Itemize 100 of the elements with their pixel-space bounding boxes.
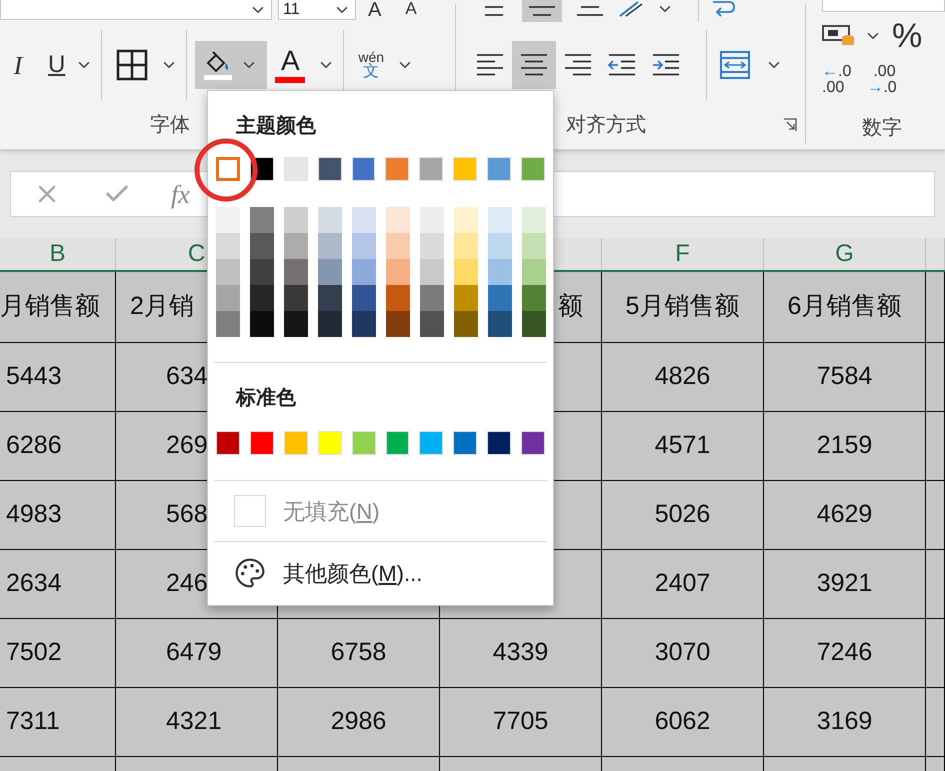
color-swatch[interactable]: [386, 233, 410, 259]
table-cell-text: 7246: [816, 637, 872, 668]
more-colors-item[interactable]: 其他颜色(M)...: [208, 542, 553, 604]
color-swatch[interactable]: [454, 311, 478, 337]
table-cell-text: 4826: [654, 361, 710, 392]
phonetic-button[interactable]: wén 文: [358, 50, 384, 80]
color-swatch[interactable]: [488, 207, 512, 233]
color-swatch[interactable]: [284, 259, 308, 285]
table-cell-text: 6062: [654, 706, 710, 738]
table-cell-text: 6758: [330, 637, 386, 668]
fill-color-button[interactable]: [195, 41, 268, 89]
italic-button[interactable]: I: [6, 46, 30, 84]
color-swatch[interactable]: [386, 259, 410, 285]
column-header[interactable]: C: [188, 236, 206, 272]
arrow-icon: ←: [822, 64, 838, 80]
color-swatch[interactable]: [420, 285, 444, 311]
color-swatch[interactable]: [284, 285, 308, 311]
color-swatch[interactable]: [420, 207, 444, 233]
color-swatch[interactable]: [522, 207, 546, 233]
color-swatch[interactable]: [250, 259, 274, 285]
color-swatch[interactable]: [522, 311, 546, 337]
merge-cells-icon[interactable]: [719, 50, 751, 80]
color-swatch[interactable]: [284, 233, 308, 259]
color-swatch[interactable]: [216, 207, 240, 233]
color-swatch[interactable]: [522, 259, 546, 285]
borders-icon[interactable]: [116, 49, 148, 81]
dialog-launcher-icon[interactable]: [783, 118, 797, 132]
color-swatch[interactable]: [352, 233, 376, 259]
table-cell-text: 4321: [166, 706, 222, 738]
color-swatch[interactable]: [352, 259, 376, 285]
align-right-icon: [563, 52, 593, 78]
color-swatch[interactable]: [352, 207, 376, 233]
color-swatch[interactable]: [386, 311, 410, 337]
section-title: 主题颜色: [236, 114, 317, 139]
font-size-field[interactable]: 11: [278, 0, 356, 20]
table-cell-text: 7502: [6, 637, 62, 668]
number-format-field[interactable]: [822, 0, 945, 12]
color-swatch[interactable]: [488, 259, 512, 285]
color-swatch[interactable]: [250, 207, 274, 233]
table-cell-text: 7584: [816, 361, 872, 392]
color-swatch[interactable]: [284, 311, 308, 337]
table-cell-text: 568: [166, 499, 208, 530]
table-cell-text: 2986: [330, 706, 386, 738]
color-swatch[interactable]: [216, 233, 240, 259]
font-color-button[interactable]: A: [281, 47, 300, 75]
color-swatch[interactable]: [216, 259, 240, 285]
color-swatch[interactable]: [318, 285, 342, 311]
color-swatch[interactable]: [216, 285, 240, 311]
color-swatch[interactable]: [318, 311, 342, 337]
color-swatch[interactable]: [420, 259, 444, 285]
column-header[interactable]: G: [835, 236, 854, 272]
color-swatch[interactable]: [386, 285, 410, 311]
table-cell-text: 3921: [816, 568, 872, 600]
color-swatch[interactable]: [318, 207, 342, 233]
decrease-decimal-button[interactable]: .00 →.0: [867, 64, 897, 96]
underline-button[interactable]: U: [48, 47, 66, 83]
font-name-field[interactable]: [0, 0, 272, 20]
table-cell-text: 4571: [654, 430, 710, 462]
color-swatch[interactable]: [420, 233, 444, 259]
column-header[interactable]: B: [49, 236, 66, 272]
color-swatch[interactable]: [488, 311, 512, 337]
column-header[interactable]: F: [675, 236, 690, 272]
color-swatch[interactable]: [352, 285, 376, 311]
group-label: 数字: [862, 116, 902, 141]
color-swatch[interactable]: [250, 285, 274, 311]
color-swatch[interactable]: [386, 207, 410, 233]
color-swatch[interactable]: [318, 233, 342, 259]
table-cell-text: 4629: [816, 499, 872, 530]
table-cell-text: 6286: [6, 430, 62, 462]
align-center-button[interactable]: [512, 41, 556, 89]
palette-icon: [234, 557, 266, 589]
color-swatch[interactable]: [250, 311, 274, 337]
color-swatch[interactable]: [454, 285, 478, 311]
color-swatch[interactable]: [284, 207, 308, 233]
color-swatch[interactable]: [216, 311, 240, 337]
color-swatch[interactable]: [522, 285, 546, 311]
color-swatch[interactable]: [318, 259, 342, 285]
align-left-icon: [475, 52, 505, 78]
insert-function-button[interactable]: fx: [171, 174, 190, 214]
color-swatch[interactable]: [454, 259, 478, 285]
align-middle-button[interactable]: [522, 0, 562, 22]
color-swatch[interactable]: [522, 233, 546, 259]
table-header-cell-text: 5月销售额: [626, 291, 740, 322]
table-cell-text: 7705: [492, 706, 548, 738]
table-cell-text: 5443: [6, 361, 62, 392]
shrink-font-button[interactable]: A: [405, 0, 417, 17]
color-swatch[interactable]: [250, 233, 274, 259]
increase-decimal-button[interactable]: ←.0 .00: [822, 64, 852, 96]
color-swatch[interactable]: [454, 207, 478, 233]
group-label: 对齐方式: [566, 112, 646, 138]
percent-button[interactable]: %: [892, 19, 922, 53]
grow-font-button[interactable]: A: [368, 0, 382, 20]
color-swatch[interactable]: [454, 233, 478, 259]
color-swatch[interactable]: [488, 233, 512, 259]
color-swatch[interactable]: [216, 157, 240, 181]
table-cell-text: 2407: [654, 568, 710, 600]
color-swatch[interactable]: [352, 311, 376, 337]
color-swatch[interactable]: [420, 311, 444, 337]
table-cell-text: 3070: [654, 637, 710, 668]
color-swatch[interactable]: [488, 285, 512, 311]
